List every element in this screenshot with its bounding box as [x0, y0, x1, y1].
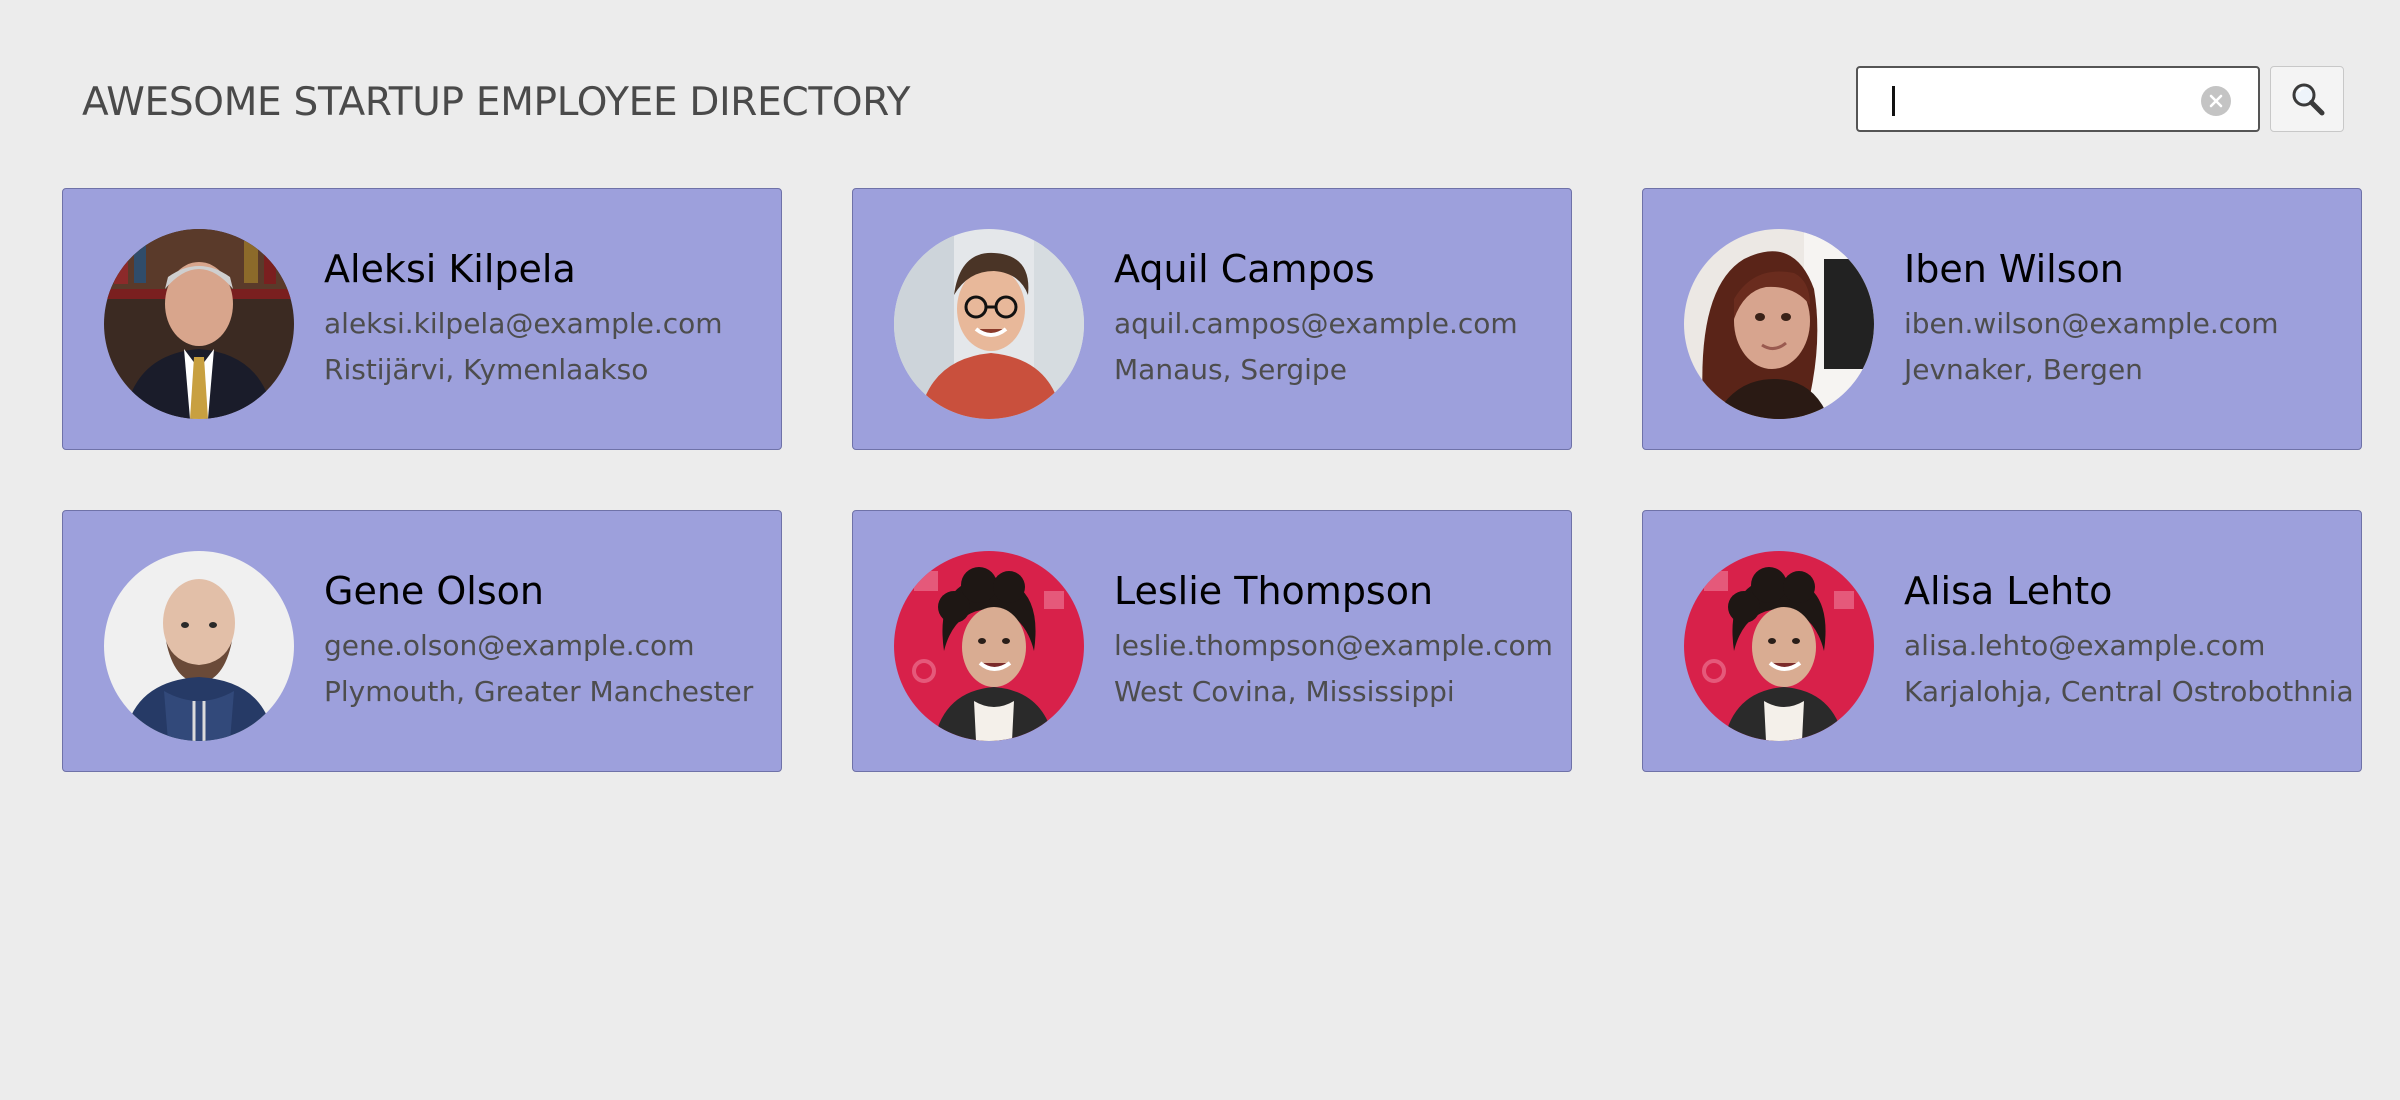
- employee-card[interactable]: Leslie Thompson leslie.thompson@example.…: [852, 510, 1572, 772]
- avatar: [894, 229, 1084, 419]
- magnifier-icon: [2292, 83, 2325, 116]
- avatar-photo: [104, 551, 294, 741]
- employee-location: Ristijärvi, Kymenlaakso: [324, 353, 649, 386]
- avatar-photo: [1684, 551, 1874, 741]
- avatar: [104, 229, 294, 419]
- employee-directory-page: AWESOME STARTUP EMPLOYEE DIRECTORY Aleks…: [0, 0, 2400, 1100]
- employee-location: West Covina, Mississippi: [1114, 675, 1455, 708]
- employee-email: gene.olson@example.com: [324, 629, 695, 662]
- avatar: [894, 551, 1084, 741]
- employee-location: Plymouth, Greater Manchester: [324, 675, 754, 708]
- avatar-photo: [894, 229, 1084, 419]
- employee-card[interactable]: Aquil Campos aquil.campos@example.com Ma…: [852, 188, 1572, 450]
- employee-email: aquil.campos@example.com: [1114, 307, 1518, 340]
- employee-name: Aleksi Kilpela: [324, 247, 576, 291]
- text-caret: [1892, 86, 1895, 116]
- search-field[interactable]: [1856, 66, 2260, 132]
- clear-search-button[interactable]: [2201, 86, 2231, 116]
- search-submit-button[interactable]: [2270, 66, 2344, 132]
- employee-name: Leslie Thompson: [1114, 569, 1434, 613]
- employee-email: aleksi.kilpela@example.com: [324, 307, 723, 340]
- employee-card[interactable]: Gene Olson gene.olson@example.com Plymou…: [62, 510, 782, 772]
- avatar-photo: [1684, 229, 1874, 419]
- employee-card[interactable]: Iben Wilson iben.wilson@example.com Jevn…: [1642, 188, 2362, 450]
- avatar-photo: [894, 551, 1084, 741]
- employee-name: Aquil Campos: [1114, 247, 1375, 291]
- search-input[interactable]: [1878, 80, 2178, 120]
- employee-email: alisa.lehto@example.com: [1904, 629, 2266, 662]
- employee-email: leslie.thompson@example.com: [1114, 629, 1553, 662]
- avatar: [104, 551, 294, 741]
- employee-email: iben.wilson@example.com: [1904, 307, 2279, 340]
- employee-location: Jevnaker, Bergen: [1904, 353, 2143, 386]
- avatar-photo: [104, 229, 294, 419]
- employee-card[interactable]: Aleksi Kilpela aleksi.kilpela@example.co…: [62, 188, 782, 450]
- employee-card[interactable]: Alisa Lehto alisa.lehto@example.com Karj…: [1642, 510, 2362, 772]
- employee-name: Iben Wilson: [1904, 247, 2124, 291]
- clear-circle-icon: [2209, 94, 2223, 108]
- employee-location: Manaus, Sergipe: [1114, 353, 1347, 386]
- avatar: [1684, 229, 1874, 419]
- employee-name: Gene Olson: [324, 569, 544, 613]
- avatar: [1684, 551, 1874, 741]
- employee-name: Alisa Lehto: [1904, 569, 2113, 613]
- employee-location: Karjalohja, Central Ostrobothnia: [1904, 675, 2354, 708]
- page-title: AWESOME STARTUP EMPLOYEE DIRECTORY: [82, 80, 911, 125]
